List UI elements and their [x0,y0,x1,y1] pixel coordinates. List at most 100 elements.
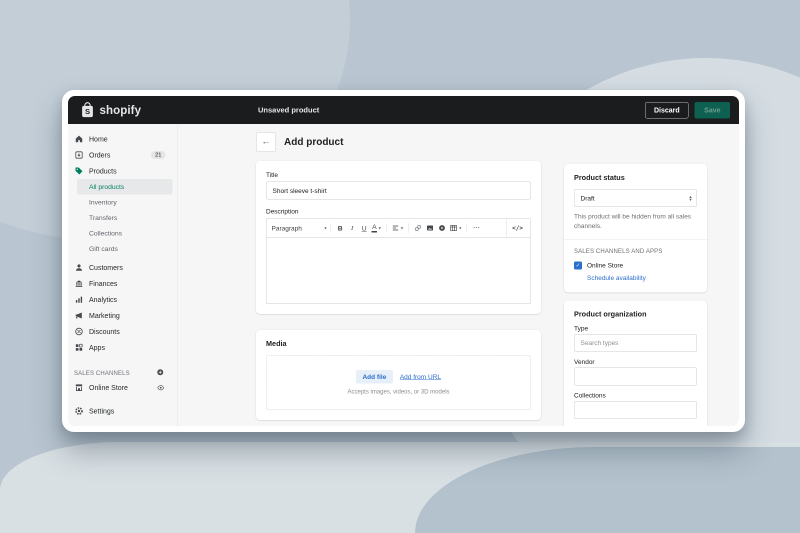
discard-button[interactable]: Discard [645,102,689,119]
discounts-icon [74,327,84,337]
product-status-heading: Product status [574,174,697,182]
sidebar-item-settings[interactable]: Settings [68,403,178,419]
show-html-button[interactable]: </> [506,219,528,238]
title-label: Title [266,171,531,179]
table-icon [450,224,458,232]
back-button[interactable]: ← [256,132,276,152]
finances-icon [74,279,84,289]
media-dropzone[interactable]: Add file Add from URL Accepts images, vi… [266,355,531,410]
align-left-icon [391,224,399,232]
status-help-text: This product will be hidden from all sal… [574,212,697,231]
media-hint: Accepts images, videos, or 3D models [347,388,449,395]
toolbar-divider [408,223,409,233]
shopify-admin: S shopify Unsaved product Discard Save [68,96,739,426]
sidebar-item-apps[interactable]: Apps [68,340,178,356]
sidebar-item-orders[interactable]: Orders 21 [68,147,178,163]
page-background: S shopify Unsaved product Discard Save [0,0,800,533]
title-description-card: Title Description Paragraph ▾ [256,161,541,314]
sales-channels-section: SALES CHANNELS [68,367,178,380]
toolbar-divider [386,223,387,233]
sidebar-item-gift-cards[interactable]: Gift cards [77,241,173,257]
sidebar-item-marketing[interactable]: Marketing [68,308,178,324]
insert-table-button[interactable]: ▾ [448,221,463,235]
sidebar-item-collections[interactable]: Collections [77,226,173,242]
shopify-wordmark: shopify [100,103,142,117]
app-window: S shopify Unsaved product Discard Save [62,90,745,432]
schedule-availability-link[interactable]: Schedule availability [587,274,646,282]
title-input[interactable] [266,182,531,200]
product-organization-heading: Product organization [574,310,697,318]
products-tag-icon [74,166,84,176]
insert-video-button[interactable] [436,221,448,235]
status-selected-value: Draft [581,194,595,202]
sidebar-item-products[interactable]: Products [68,163,178,179]
add-sales-channel-icon[interactable] [156,368,165,378]
topbar-page-title: Unsaved product [258,106,319,115]
sidebar-item-inventory[interactable]: Inventory [77,195,173,211]
sidebar-item-label: All products [89,183,124,191]
toolbar-divider [330,223,331,233]
sidebar-item-label: Discounts [89,328,120,336]
more-options-button[interactable]: ⋯ [470,221,482,235]
type-input[interactable] [574,334,697,352]
sidebar-item-analytics[interactable]: Analytics [68,292,178,308]
underline-button[interactable]: U [358,221,370,235]
save-button[interactable]: Save [695,102,730,119]
insert-image-button[interactable] [424,221,436,235]
toolbar-divider [466,223,467,233]
richtext-toolbar: Paragraph ▾ B I U A [266,218,531,238]
online-store-checkbox[interactable]: ✓ [574,261,582,269]
sales-channels-header: SALES CHANNELS [74,370,130,377]
main-content: ← Add product Title Description [178,124,739,426]
sidebar-item-label: Settings [89,407,114,415]
sidebar-item-label: Marketing [89,312,120,320]
sidebar-item-transfers[interactable]: Transfers [77,210,173,226]
page-title: Add product [284,136,343,148]
sidebar-item-label: Orders [89,151,110,159]
card-divider [564,239,707,240]
add-from-url-link[interactable]: Add from URL [400,373,441,381]
sidebar-item-finances[interactable]: Finances [68,276,178,292]
sidebar-item-all-products[interactable]: All products [77,179,173,195]
shopify-logo[interactable]: S shopify [80,102,141,118]
text-color-button[interactable]: A ▾ [370,221,382,235]
online-store-channel-label: Online Store [587,262,623,270]
select-arrows-icon: ▴▾ [689,195,691,201]
description-editor[interactable] [266,238,531,304]
collections-input[interactable] [574,401,697,419]
sidebar-item-customers[interactable]: Customers [68,260,178,276]
sidebar-item-online-store[interactable]: Online Store [68,380,178,396]
media-heading: Media [266,340,531,348]
vendor-input[interactable] [574,367,697,385]
status-select[interactable]: Draft ▴▾ [574,189,697,207]
sidebar-item-label: Apps [89,344,105,352]
sidebar-item-label: Home [89,135,108,143]
insert-link-button[interactable] [412,221,424,235]
paragraph-style-dropdown[interactable]: Paragraph ▾ [272,224,327,232]
online-store-icon [74,383,84,393]
text-color-swatch [372,231,378,232]
description-label: Description [266,208,531,216]
sidebar-item-home[interactable]: Home [68,131,178,147]
text-color-letter: A [372,224,377,231]
paragraph-style-label: Paragraph [272,224,302,232]
sidebar-item-label: Transfers [89,214,117,222]
analytics-icon [74,295,84,305]
collections-label: Collections [574,391,697,399]
chevron-down-icon: ▾ [379,225,381,231]
vendor-label: Vendor [574,358,697,366]
shopify-bag-icon: S [80,102,95,118]
sidebar: Home Orders 21 [68,124,178,426]
marketing-icon [74,311,84,321]
sidebar-item-discounts[interactable]: Discounts [68,324,178,340]
visibility-eye-icon[interactable] [156,383,166,393]
add-file-button[interactable]: Add file [356,370,393,384]
sidebar-item-label: Customers [89,264,123,272]
sidebar-item-label: Gift cards [89,245,118,253]
apps-icon [74,343,84,353]
alignment-button[interactable]: ▾ [390,221,405,235]
bold-button[interactable]: B [334,221,346,235]
italic-button[interactable]: I [346,221,358,235]
media-card: Media Add file Add from URL Accepts imag… [256,330,541,420]
product-organization-card: Product organization Type Vendor [564,300,707,426]
